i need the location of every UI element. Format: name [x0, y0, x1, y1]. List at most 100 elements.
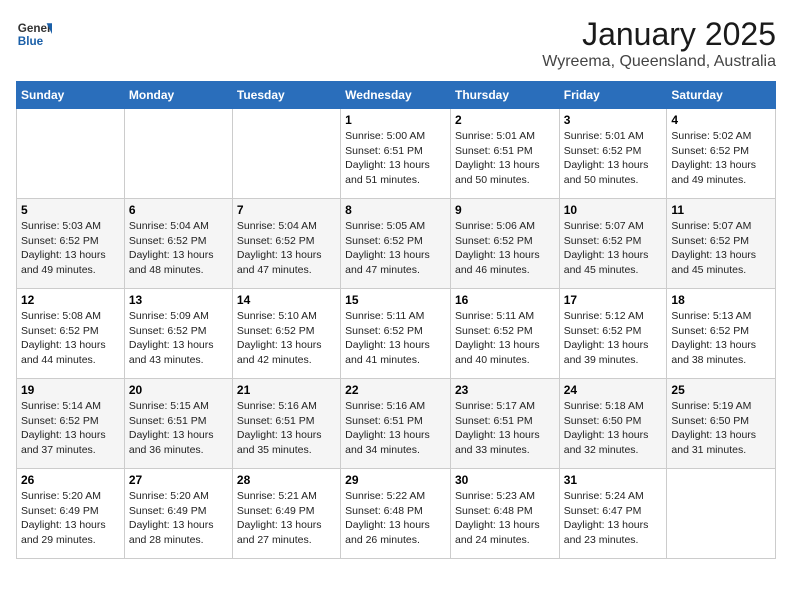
day-info: Sunrise: 5:16 AM Sunset: 6:51 PM Dayligh…: [237, 399, 336, 458]
week-row-3: 12 Sunrise: 5:08 AM Sunset: 6:52 PM Dayli…: [17, 289, 776, 379]
table-row: 19 Sunrise: 5:14 AM Sunset: 6:52 PM Dayli…: [17, 379, 125, 469]
day-info: Sunrise: 5:18 AM Sunset: 6:50 PM Dayligh…: [564, 399, 663, 458]
day-number: 24: [564, 383, 663, 397]
calendar-table: Sunday Monday Tuesday Wednesday Thursday…: [16, 81, 776, 559]
day-number: 20: [129, 383, 228, 397]
week-row-5: 26 Sunrise: 5:20 AM Sunset: 6:49 PM Dayli…: [17, 469, 776, 559]
table-row: 7Sunrise: 5:04 AM Sunset: 6:52 PM Daylig…: [232, 199, 340, 289]
day-info: Sunrise: 5:24 AM Sunset: 6:47 PM Dayligh…: [564, 489, 663, 548]
day-number: 17: [564, 293, 663, 307]
week-row-2: 5Sunrise: 5:03 AM Sunset: 6:52 PM Daylig…: [17, 199, 776, 289]
table-row: 14 Sunrise: 5:10 AM Sunset: 6:52 PM Dayli…: [232, 289, 340, 379]
day-number: 1: [345, 113, 446, 127]
col-friday: Friday: [559, 82, 667, 109]
day-info: Sunrise: 5:06 AM Sunset: 6:52 PM Dayligh…: [455, 219, 555, 278]
week-row-4: 19 Sunrise: 5:14 AM Sunset: 6:52 PM Dayli…: [17, 379, 776, 469]
day-info: Sunrise: 5:19 AM Sunset: 6:50 PM Dayligh…: [671, 399, 771, 458]
day-number: 9: [455, 203, 555, 217]
day-number: 14: [237, 293, 336, 307]
table-row: 26 Sunrise: 5:20 AM Sunset: 6:49 PM Dayli…: [17, 469, 125, 559]
logo-icon: General Blue: [16, 16, 52, 52]
day-number: 21: [237, 383, 336, 397]
table-row: [232, 109, 340, 199]
day-info: Sunrise: 5:10 AM Sunset: 6:52 PM Dayligh…: [237, 309, 336, 368]
svg-text:Blue: Blue: [18, 35, 44, 48]
day-info: Sunrise: 5:04 AM Sunset: 6:52 PM Dayligh…: [129, 219, 228, 278]
table-row: 30 Sunrise: 5:23 AM Sunset: 6:48 PM Dayli…: [450, 469, 559, 559]
day-number: 5: [21, 203, 120, 217]
table-row: 5Sunrise: 5:03 AM Sunset: 6:52 PM Daylig…: [17, 199, 125, 289]
table-row: 8Sunrise: 5:05 AM Sunset: 6:52 PM Daylig…: [341, 199, 451, 289]
col-tuesday: Tuesday: [232, 82, 340, 109]
day-number: 23: [455, 383, 555, 397]
day-info: Sunrise: 5:07 AM Sunset: 6:52 PM Dayligh…: [671, 219, 771, 278]
day-number: 8: [345, 203, 446, 217]
table-row: 24 Sunrise: 5:18 AM Sunset: 6:50 PM Dayli…: [559, 379, 667, 469]
table-row: 31 Sunrise: 5:24 AM Sunset: 6:47 PM Dayli…: [559, 469, 667, 559]
col-saturday: Saturday: [667, 82, 776, 109]
day-info: Sunrise: 5:23 AM Sunset: 6:48 PM Dayligh…: [455, 489, 555, 548]
day-number: 19: [21, 383, 120, 397]
day-info: Sunrise: 5:16 AM Sunset: 6:51 PM Dayligh…: [345, 399, 446, 458]
col-monday: Monday: [124, 82, 232, 109]
day-number: 18: [671, 293, 771, 307]
day-number: 7: [237, 203, 336, 217]
table-row: 1Sunrise: 5:00 AM Sunset: 6:51 PM Daylig…: [341, 109, 451, 199]
day-info: Sunrise: 5:13 AM Sunset: 6:52 PM Dayligh…: [671, 309, 771, 368]
logo: General Blue: [16, 16, 52, 52]
day-number: 4: [671, 113, 771, 127]
day-info: Sunrise: 5:11 AM Sunset: 6:52 PM Dayligh…: [455, 309, 555, 368]
day-info: Sunrise: 5:20 AM Sunset: 6:49 PM Dayligh…: [21, 489, 120, 548]
day-info: Sunrise: 5:17 AM Sunset: 6:51 PM Dayligh…: [455, 399, 555, 458]
table-row: [124, 109, 232, 199]
table-row: 17 Sunrise: 5:12 AM Sunset: 6:52 PM Dayli…: [559, 289, 667, 379]
day-info: Sunrise: 5:22 AM Sunset: 6:48 PM Dayligh…: [345, 489, 446, 548]
day-number: 6: [129, 203, 228, 217]
svg-text:General: General: [18, 22, 52, 35]
table-row: 28 Sunrise: 5:21 AM Sunset: 6:49 PM Dayli…: [232, 469, 340, 559]
table-row: 16Sunrise: 5:11 AM Sunset: 6:52 PM Dayli…: [450, 289, 559, 379]
day-number: 30: [455, 473, 555, 487]
day-number: 12: [21, 293, 120, 307]
day-info: Sunrise: 5:02 AM Sunset: 6:52 PM Dayligh…: [671, 129, 771, 188]
table-row: 15 Sunrise: 5:11 AM Sunset: 6:52 PM Dayli…: [341, 289, 451, 379]
day-number: 13: [129, 293, 228, 307]
col-thursday: Thursday: [450, 82, 559, 109]
table-row: 29Sunrise: 5:22 AM Sunset: 6:48 PM Dayli…: [341, 469, 451, 559]
table-row: 23 Sunrise: 5:17 AM Sunset: 6:51 PM Dayli…: [450, 379, 559, 469]
table-row: 25 Sunrise: 5:19 AM Sunset: 6:50 PM Dayli…: [667, 379, 776, 469]
table-row: 2Sunrise: 5:01 AM Sunset: 6:51 PM Daylig…: [450, 109, 559, 199]
day-number: 26: [21, 473, 120, 487]
table-row: 20 Sunrise: 5:15 AM Sunset: 6:51 PM Dayli…: [124, 379, 232, 469]
day-info: Sunrise: 5:08 AM Sunset: 6:52 PM Dayligh…: [21, 309, 120, 368]
table-row: 11 Sunrise: 5:07 AM Sunset: 6:52 PM Dayli…: [667, 199, 776, 289]
table-row: 27Sunrise: 5:20 AM Sunset: 6:49 PM Dayli…: [124, 469, 232, 559]
day-number: 2: [455, 113, 555, 127]
day-number: 11: [671, 203, 771, 217]
week-row-1: 1Sunrise: 5:00 AM Sunset: 6:51 PM Daylig…: [17, 109, 776, 199]
day-info: Sunrise: 5:01 AM Sunset: 6:52 PM Dayligh…: [564, 129, 663, 188]
day-info: Sunrise: 5:07 AM Sunset: 6:52 PM Dayligh…: [564, 219, 663, 278]
day-number: 15: [345, 293, 446, 307]
table-row: 21 Sunrise: 5:16 AM Sunset: 6:51 PM Dayli…: [232, 379, 340, 469]
day-number: 25: [671, 383, 771, 397]
table-row: [17, 109, 125, 199]
table-row: 6 Sunrise: 5:04 AM Sunset: 6:52 PM Daylig…: [124, 199, 232, 289]
day-info: Sunrise: 5:21 AM Sunset: 6:49 PM Dayligh…: [237, 489, 336, 548]
day-info: Sunrise: 5:09 AM Sunset: 6:52 PM Dayligh…: [129, 309, 228, 368]
day-info: Sunrise: 5:14 AM Sunset: 6:52 PM Dayligh…: [21, 399, 120, 458]
title-block: January 2025 Wyreema, Queensland, Austra…: [542, 16, 776, 71]
day-number: 27: [129, 473, 228, 487]
calendar-header-row: Sunday Monday Tuesday Wednesday Thursday…: [17, 82, 776, 109]
table-row: 22 Sunrise: 5:16 AM Sunset: 6:51 PM Dayli…: [341, 379, 451, 469]
day-info: Sunrise: 5:11 AM Sunset: 6:52 PM Dayligh…: [345, 309, 446, 368]
day-number: 28: [237, 473, 336, 487]
day-number: 10: [564, 203, 663, 217]
day-number: 31: [564, 473, 663, 487]
calendar-title: January 2025: [542, 16, 776, 53]
day-info: Sunrise: 5:15 AM Sunset: 6:51 PM Dayligh…: [129, 399, 228, 458]
day-number: 22: [345, 383, 446, 397]
calendar-subtitle: Wyreema, Queensland, Australia: [542, 53, 776, 71]
table-row: 12 Sunrise: 5:08 AM Sunset: 6:52 PM Dayli…: [17, 289, 125, 379]
day-info: Sunrise: 5:12 AM Sunset: 6:52 PM Dayligh…: [564, 309, 663, 368]
